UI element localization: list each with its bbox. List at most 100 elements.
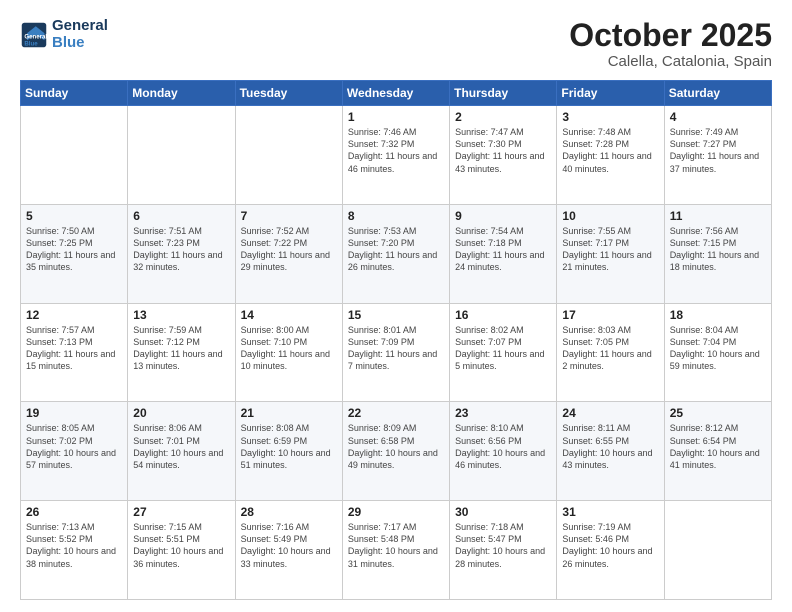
- day-number: 2: [455, 110, 551, 124]
- day-number: 25: [670, 406, 766, 420]
- header-wednesday: Wednesday: [342, 81, 449, 106]
- day-number: 5: [26, 209, 122, 223]
- calendar-cell: [128, 106, 235, 205]
- calendar-cell: 19 Sunrise: 8:05 AM Sunset: 7:02 PM Dayli…: [21, 402, 128, 501]
- calendar-week-1: 5 Sunrise: 7:50 AM Sunset: 7:25 PM Daylig…: [21, 204, 772, 303]
- day-number: 22: [348, 406, 444, 420]
- day-info: Sunrise: 7:49 AM Sunset: 7:27 PM Dayligh…: [670, 126, 766, 175]
- day-info: Sunrise: 7:18 AM Sunset: 5:47 PM Dayligh…: [455, 521, 551, 570]
- title-block: October 2025 Calella, Catalonia, Spain: [569, 18, 772, 70]
- day-number: 13: [133, 308, 229, 322]
- calendar-cell: 20 Sunrise: 8:06 AM Sunset: 7:01 PM Dayli…: [128, 402, 235, 501]
- calendar-cell: 4 Sunrise: 7:49 AM Sunset: 7:27 PM Daylig…: [664, 106, 771, 205]
- day-info: Sunrise: 8:02 AM Sunset: 7:07 PM Dayligh…: [455, 324, 551, 373]
- day-info: Sunrise: 7:47 AM Sunset: 7:30 PM Dayligh…: [455, 126, 551, 175]
- calendar-body: 1Sunrise: 7:46 AM Sunset: 7:32 PM Daylig…: [21, 106, 772, 600]
- day-info: Sunrise: 8:01 AM Sunset: 7:09 PM Dayligh…: [348, 324, 444, 373]
- svg-text:Blue: Blue: [24, 40, 38, 47]
- day-info: Sunrise: 8:05 AM Sunset: 7:02 PM Dayligh…: [26, 422, 122, 471]
- calendar-cell: 23Sunrise: 8:10 AM Sunset: 6:56 PM Dayli…: [450, 402, 557, 501]
- calendar-cell: 30Sunrise: 7:18 AM Sunset: 5:47 PM Dayli…: [450, 501, 557, 600]
- day-number: 23: [455, 406, 551, 420]
- day-number: 1: [348, 110, 444, 124]
- calendar-cell: [21, 106, 128, 205]
- day-number: 12: [26, 308, 122, 322]
- calendar-week-3: 19 Sunrise: 8:05 AM Sunset: 7:02 PM Dayli…: [21, 402, 772, 501]
- calendar-cell: 5 Sunrise: 7:50 AM Sunset: 7:25 PM Daylig…: [21, 204, 128, 303]
- day-info: Sunrise: 7:15 AM Sunset: 5:51 PM Dayligh…: [133, 521, 229, 570]
- calendar-cell: 13 Sunrise: 7:59 AM Sunset: 7:12 PM Dayli…: [128, 303, 235, 402]
- day-info: Sunrise: 7:51 AM Sunset: 7:23 PM Dayligh…: [133, 225, 229, 274]
- day-number: 24: [562, 406, 658, 420]
- day-number: 4: [670, 110, 766, 124]
- calendar-week-4: 26Sunrise: 7:13 AM Sunset: 5:52 PM Dayli…: [21, 501, 772, 600]
- calendar-cell: 9Sunrise: 7:54 AM Sunset: 7:18 PM Daylig…: [450, 204, 557, 303]
- calendar-cell: 1Sunrise: 7:46 AM Sunset: 7:32 PM Daylig…: [342, 106, 449, 205]
- calendar-cell: 11 Sunrise: 7:56 AM Sunset: 7:15 PM Dayli…: [664, 204, 771, 303]
- calendar-cell: 18 Sunrise: 8:04 AM Sunset: 7:04 PM Dayli…: [664, 303, 771, 402]
- day-info: Sunrise: 8:00 AM Sunset: 7:10 PM Dayligh…: [241, 324, 337, 373]
- header-row: Sunday Monday Tuesday Wednesday Thursday…: [21, 81, 772, 106]
- day-info: Sunrise: 7:59 AM Sunset: 7:12 PM Dayligh…: [133, 324, 229, 373]
- calendar-cell: 28 Sunrise: 7:16 AM Sunset: 5:49 PM Dayli…: [235, 501, 342, 600]
- day-info: Sunrise: 8:06 AM Sunset: 7:01 PM Dayligh…: [133, 422, 229, 471]
- calendar-cell: 31 Sunrise: 7:19 AM Sunset: 5:46 PM Dayli…: [557, 501, 664, 600]
- day-info: Sunrise: 8:04 AM Sunset: 7:04 PM Dayligh…: [670, 324, 766, 373]
- header-monday: Monday: [128, 81, 235, 106]
- header-tuesday: Tuesday: [235, 81, 342, 106]
- day-number: 8: [348, 209, 444, 223]
- calendar-cell: 27 Sunrise: 7:15 AM Sunset: 5:51 PM Dayli…: [128, 501, 235, 600]
- calendar-cell: [235, 106, 342, 205]
- day-info: Sunrise: 7:54 AM Sunset: 7:18 PM Dayligh…: [455, 225, 551, 274]
- day-info: Sunrise: 8:11 AM Sunset: 6:55 PM Dayligh…: [562, 422, 658, 471]
- calendar-cell: 3Sunrise: 7:48 AM Sunset: 7:28 PM Daylig…: [557, 106, 664, 205]
- day-number: 21: [241, 406, 337, 420]
- calendar-cell: 25Sunrise: 8:12 AM Sunset: 6:54 PM Dayli…: [664, 402, 771, 501]
- calendar-cell: 12 Sunrise: 7:57 AM Sunset: 7:13 PM Dayli…: [21, 303, 128, 402]
- calendar-cell: 24 Sunrise: 8:11 AM Sunset: 6:55 PM Dayli…: [557, 402, 664, 501]
- day-number: 31: [562, 505, 658, 519]
- calendar-cell: 29Sunrise: 7:17 AM Sunset: 5:48 PM Dayli…: [342, 501, 449, 600]
- day-number: 17: [562, 308, 658, 322]
- day-info: Sunrise: 8:03 AM Sunset: 7:05 PM Dayligh…: [562, 324, 658, 373]
- day-info: Sunrise: 7:13 AM Sunset: 5:52 PM Dayligh…: [26, 521, 122, 570]
- day-number: 20: [133, 406, 229, 420]
- day-number: 19: [26, 406, 122, 420]
- header-saturday: Saturday: [664, 81, 771, 106]
- logo: General Blue General Blue: [20, 18, 108, 51]
- calendar-cell: 7 Sunrise: 7:52 AM Sunset: 7:22 PM Daylig…: [235, 204, 342, 303]
- day-number: 28: [241, 505, 337, 519]
- calendar-cell: 2 Sunrise: 7:47 AM Sunset: 7:30 PM Daylig…: [450, 106, 557, 205]
- calendar-header: Sunday Monday Tuesday Wednesday Thursday…: [21, 81, 772, 106]
- day-info: Sunrise: 7:50 AM Sunset: 7:25 PM Dayligh…: [26, 225, 122, 274]
- day-info: Sunrise: 7:16 AM Sunset: 5:49 PM Dayligh…: [241, 521, 337, 570]
- logo-icon: General Blue: [20, 21, 48, 49]
- header-thursday: Thursday: [450, 81, 557, 106]
- day-number: 27: [133, 505, 229, 519]
- day-info: Sunrise: 7:56 AM Sunset: 7:15 PM Dayligh…: [670, 225, 766, 274]
- day-number: 7: [241, 209, 337, 223]
- header-sunday: Sunday: [21, 81, 128, 106]
- calendar-table: Sunday Monday Tuesday Wednesday Thursday…: [20, 80, 772, 600]
- day-number: 29: [348, 505, 444, 519]
- day-info: Sunrise: 8:09 AM Sunset: 6:58 PM Dayligh…: [348, 422, 444, 471]
- day-number: 6: [133, 209, 229, 223]
- calendar-cell: 16Sunrise: 8:02 AM Sunset: 7:07 PM Dayli…: [450, 303, 557, 402]
- day-number: 3: [562, 110, 658, 124]
- logo-general: General: [52, 18, 108, 35]
- day-info: Sunrise: 7:55 AM Sunset: 7:17 PM Dayligh…: [562, 225, 658, 274]
- calendar-cell: 21Sunrise: 8:08 AM Sunset: 6:59 PM Dayli…: [235, 402, 342, 501]
- calendar-title: October 2025: [569, 18, 772, 53]
- day-info: Sunrise: 7:57 AM Sunset: 7:13 PM Dayligh…: [26, 324, 122, 373]
- day-info: Sunrise: 7:19 AM Sunset: 5:46 PM Dayligh…: [562, 521, 658, 570]
- day-number: 18: [670, 308, 766, 322]
- header: General Blue General Blue October 2025 C…: [20, 18, 772, 70]
- day-number: 10: [562, 209, 658, 223]
- day-info: Sunrise: 7:52 AM Sunset: 7:22 PM Dayligh…: [241, 225, 337, 274]
- calendar-week-2: 12 Sunrise: 7:57 AM Sunset: 7:13 PM Dayli…: [21, 303, 772, 402]
- calendar-cell: 6 Sunrise: 7:51 AM Sunset: 7:23 PM Daylig…: [128, 204, 235, 303]
- calendar-cell: 26Sunrise: 7:13 AM Sunset: 5:52 PM Dayli…: [21, 501, 128, 600]
- calendar-cell: [664, 501, 771, 600]
- calendar-cell: 17 Sunrise: 8:03 AM Sunset: 7:05 PM Dayli…: [557, 303, 664, 402]
- day-number: 11: [670, 209, 766, 223]
